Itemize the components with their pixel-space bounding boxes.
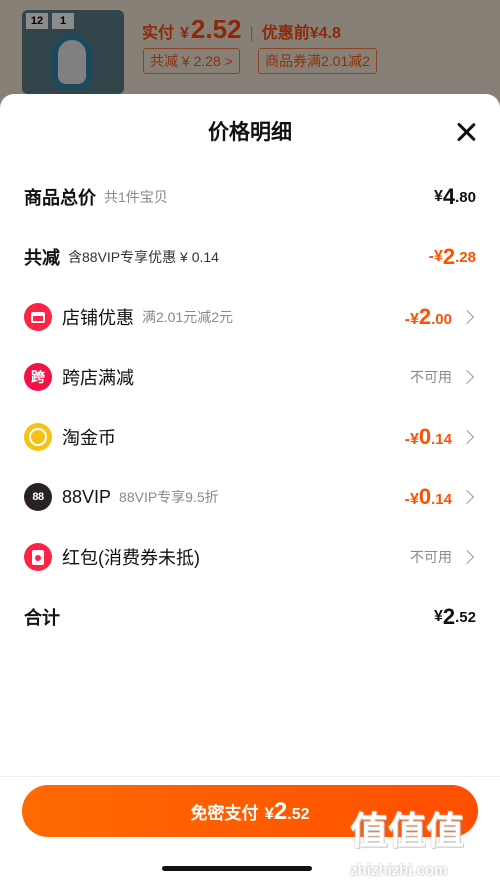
pay-button-label: 免密支付 — [190, 804, 259, 823]
yen-sign: ¥ — [409, 491, 419, 508]
row-sub: 满2.01元减2元 — [142, 309, 234, 325]
amount-int: 2 — [442, 604, 456, 629]
chevron-right-icon — [459, 489, 475, 505]
total-amount: ¥ 4 .80 — [434, 184, 476, 210]
row-sub: 88VIP专享9.5折 — [119, 489, 219, 505]
yen-sign: ¥ — [433, 248, 443, 265]
sheet-title: 价格明细 — [208, 121, 292, 144]
amount-int: 2 — [442, 244, 456, 269]
amount-int: 2 — [273, 798, 288, 825]
divider: | — [249, 25, 254, 42]
home-indicator — [162, 866, 312, 871]
row-88vip[interactable]: 88 88VIP 88VIP专享9.5折 - ¥ 0 .14 — [24, 477, 476, 517]
sum-amount: ¥ 2 .52 — [434, 604, 476, 630]
total-discount-chip[interactable]: 共减 ¥ 2.28 > — [143, 48, 240, 74]
yen-sign: ¥ — [433, 608, 443, 625]
amount-int: 0 — [418, 424, 432, 449]
amount-dec: .52 — [287, 806, 310, 823]
yen-sign: ¥ — [264, 804, 274, 823]
amount-dec: .14 — [431, 491, 452, 508]
red-packet-icon — [24, 543, 52, 571]
yen-sign: ¥ — [433, 188, 443, 205]
row-right: 不可用 — [410, 367, 476, 387]
amount-dec: .14 — [431, 431, 452, 448]
amount-dec: .00 — [431, 311, 452, 328]
row-gold-coin[interactable]: 淘金币 - ¥ 0 .14 — [24, 417, 476, 457]
coupon-chip[interactable]: 商品券满2.01减2 — [258, 48, 378, 74]
thumb-tag: 12 — [26, 13, 48, 29]
row-right: - ¥ 0 .14 — [405, 484, 476, 510]
row-red-packet[interactable]: 红包(消费券未抵) 不可用 — [24, 537, 476, 577]
product-thumbnail: 12 1 — [22, 10, 124, 94]
paid-label: 实付 — [142, 25, 175, 42]
row-label: 红包(消费券未抵) — [62, 548, 200, 568]
yen-sign: ¥ — [409, 431, 419, 448]
status-text: 不可用 — [410, 369, 452, 385]
coin-amount: - ¥ 0 .14 — [405, 424, 452, 450]
status-text: 不可用 — [410, 549, 452, 565]
gold-coin-icon — [24, 423, 52, 451]
amount-dec: .52 — [455, 608, 476, 626]
amount-dec: .28 — [455, 248, 476, 266]
row-cross-store[interactable]: 跨 跨店满减 不可用 — [24, 357, 476, 397]
cross-store-icon: 跨 — [24, 363, 52, 391]
chevron-right-icon — [459, 429, 475, 445]
orig-price: ¥4.8 — [309, 25, 341, 42]
row-label: 商品总价 — [24, 188, 96, 208]
row-label: 88VIP — [62, 486, 112, 507]
row-sub: 含88VIP专享优惠 ¥ 0.14 — [68, 249, 219, 265]
row-right: - ¥ 0 .14 — [405, 424, 476, 450]
chevron-right-icon — [459, 549, 475, 565]
amount-int: 4 — [442, 184, 456, 209]
row-sum: 合计 ¥ 2 .52 — [24, 597, 476, 637]
row-label: 共减 — [24, 248, 60, 268]
close-icon[interactable] — [454, 120, 478, 144]
row-right: 不可用 — [410, 547, 476, 567]
reduction-amount: - ¥ 2 .28 — [429, 244, 476, 270]
product-image — [52, 34, 92, 90]
row-label: 合计 — [24, 608, 60, 628]
thumb-tag: 1 — [52, 13, 74, 29]
amount-int: 2 — [418, 304, 432, 329]
row-label: 跨店满减 — [62, 368, 134, 388]
paid-yen: ¥ — [180, 25, 189, 42]
shop-discount-amount: - ¥ 2 .00 — [405, 304, 452, 330]
yen-sign: ¥ — [409, 311, 419, 328]
footer-divider — [0, 776, 500, 777]
row-label: 淘金币 — [62, 428, 116, 448]
row-sub: 共1件宝贝 — [104, 189, 168, 205]
row-total-reduction: 共减 含88VIP专享优惠 ¥ 0.14 - ¥ 2 .28 — [24, 237, 476, 277]
price-detail-sheet: 价格明细 商品总价 共1件宝贝 ¥ 4 .80 共减 含88VIP专享优惠 ¥ … — [0, 94, 500, 882]
amount-int: 0 — [418, 484, 432, 509]
amount-dec: .80 — [455, 188, 476, 206]
row-label: 店铺优惠 — [62, 308, 134, 328]
paid-price: 实付 ¥ 2.52 | 优惠前 ¥4.8 — [142, 14, 341, 45]
watermark: 值值值 zhizhizhi.com — [348, 800, 488, 882]
watermark-url: zhizhizhi.com — [350, 862, 448, 879]
row-right: - ¥ 2 .00 — [405, 304, 476, 330]
store-icon — [24, 303, 52, 331]
row-shop-discount[interactable]: 店铺优惠 满2.01元减2元 - ¥ 2 .00 — [24, 297, 476, 337]
chevron-right-icon — [459, 309, 475, 325]
paid-value: 2.52 — [190, 14, 242, 44]
row-total-price: 商品总价 共1件宝贝 ¥ 4 .80 — [24, 177, 476, 217]
watermark-logo: 值值值 — [350, 811, 465, 853]
vip-amount: - ¥ 0 .14 — [405, 484, 452, 510]
chevron-right-icon — [459, 369, 475, 385]
vip-88-icon: 88 — [24, 483, 52, 511]
orig-label: 优惠前 — [261, 25, 310, 42]
